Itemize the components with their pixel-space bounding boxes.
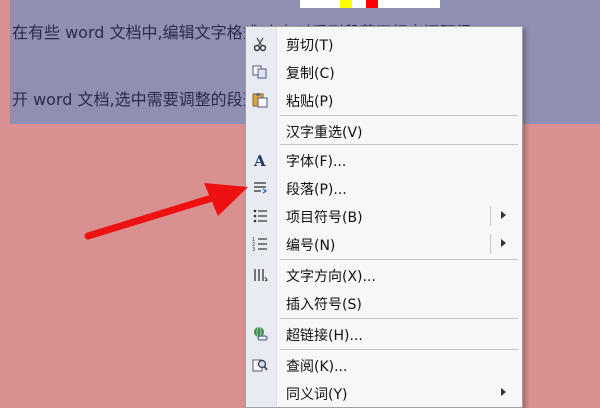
annotation-arrow-icon bbox=[84, 183, 248, 240]
